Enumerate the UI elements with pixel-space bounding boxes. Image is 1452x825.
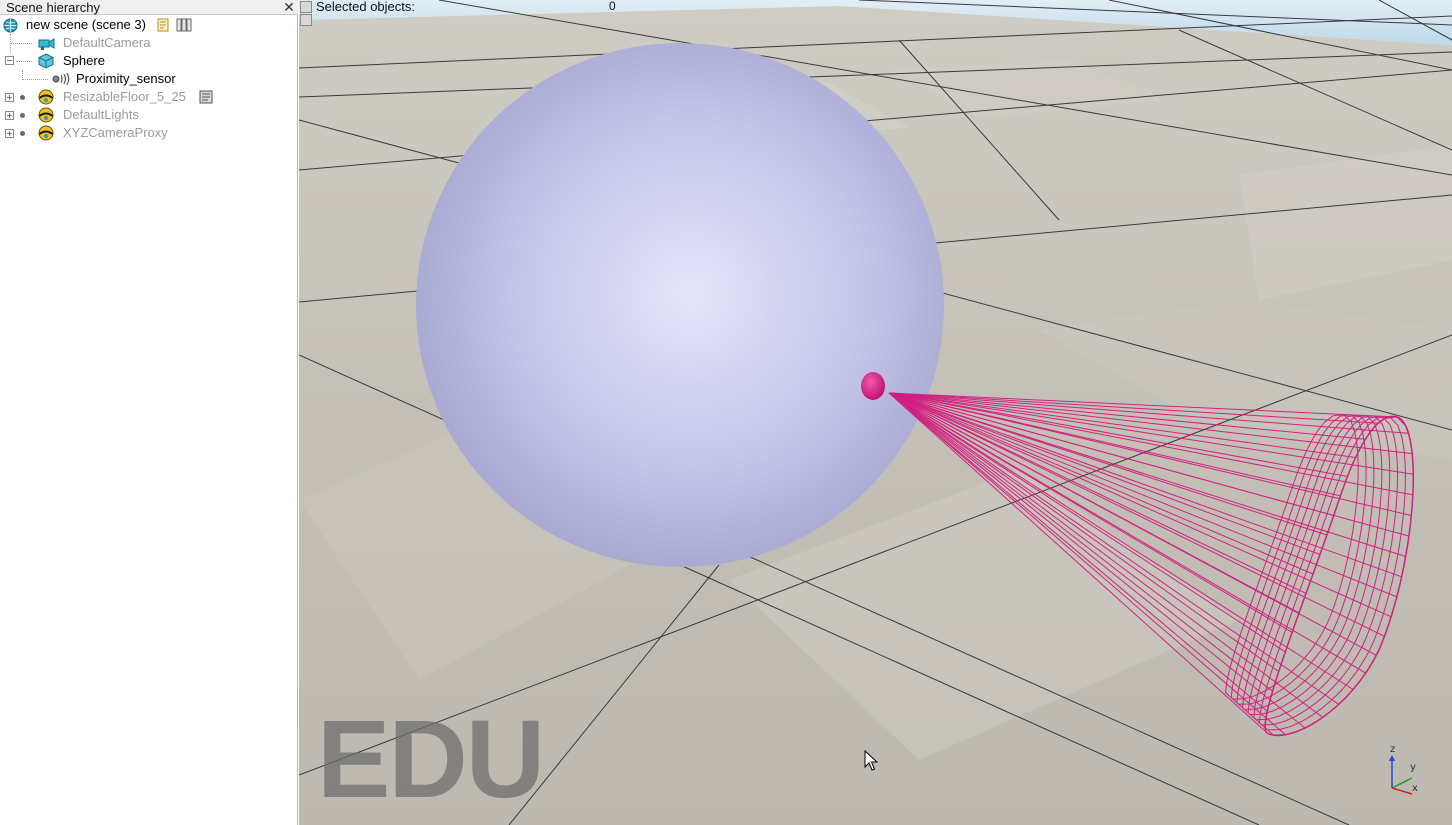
tree-item-scene[interactable]: new scene (scene 3) xyxy=(0,16,296,34)
tree-item-xyzcameraproxy[interactable]: + XYZCameraProxy xyxy=(0,124,296,142)
scene-hierarchy-header: Scene hierarchy ✕ xyxy=(0,0,298,15)
tree-item-label: new scene (scene 3) xyxy=(26,17,146,32)
tree-item-defaultlights[interactable]: + DefaultLights xyxy=(0,106,296,124)
tree-item-label: ResizableFloor_5_25 xyxy=(63,89,186,104)
mouse-cursor-icon xyxy=(864,750,878,771)
edu-watermark: EDU xyxy=(317,698,545,821)
tree-item-proximity-sensor[interactable]: Proximity_sensor xyxy=(0,70,296,88)
dummy-model-icon xyxy=(38,107,54,123)
scene-hierarchy-panel: Scene hierarchy ✕ new scene (scene 3) De… xyxy=(0,0,298,825)
tree-item-label: DefaultCamera xyxy=(63,35,151,50)
tree-item-label: Sphere xyxy=(63,53,105,68)
globe-icon xyxy=(3,18,18,33)
dummy-model-icon xyxy=(38,89,54,105)
visibility-dot-icon xyxy=(20,95,25,100)
orientation-axes-gizmo: z y x xyxy=(1389,744,1418,795)
shape-cube-icon xyxy=(38,53,54,69)
sphere-object[interactable] xyxy=(416,43,944,567)
tree-item-sphere[interactable]: − Sphere xyxy=(0,52,296,70)
close-icon[interactable]: ✕ xyxy=(282,0,296,14)
expand-icon[interactable]: + xyxy=(5,129,14,138)
visibility-dot-icon xyxy=(20,131,25,136)
expand-icon[interactable]: + xyxy=(5,93,14,102)
dummy-model-icon xyxy=(38,125,54,141)
script-icon[interactable] xyxy=(199,90,213,104)
axis-x-label: x xyxy=(1412,783,1418,794)
script-icon[interactable] xyxy=(156,18,171,32)
tree-item-resizablefloor[interactable]: + ResizableFloor_5_25 xyxy=(0,88,296,106)
camera-icon xyxy=(38,38,55,50)
selected-objects-label: Selected objects: xyxy=(316,0,416,14)
tree-item-label: Proximity_sensor xyxy=(76,71,176,86)
viewport-maximize-button[interactable] xyxy=(300,14,312,26)
axis-y-label: y xyxy=(1410,762,1416,773)
film-icon[interactable] xyxy=(176,18,192,32)
visibility-dot-icon xyxy=(20,113,25,118)
proximity-sensor-origin[interactable] xyxy=(861,372,885,400)
selected-objects-count: 0 xyxy=(609,0,616,13)
tree-item-label: DefaultLights xyxy=(63,107,139,122)
viewport-minimize-button[interactable] xyxy=(300,1,312,13)
proximity-sensor-icon xyxy=(52,72,70,86)
tree-item-defaultcamera[interactable]: DefaultCamera xyxy=(0,34,296,52)
tree-item-label: XYZCameraProxy xyxy=(63,125,168,140)
axis-z-label: z xyxy=(1390,744,1395,755)
expand-icon[interactable]: + xyxy=(5,111,14,120)
collapse-icon[interactable]: − xyxy=(5,56,14,65)
scene-viewport[interactable]: Selected objects: 0 EDU z y x xyxy=(299,0,1452,825)
scene-hierarchy-title: Scene hierarchy xyxy=(6,0,100,15)
